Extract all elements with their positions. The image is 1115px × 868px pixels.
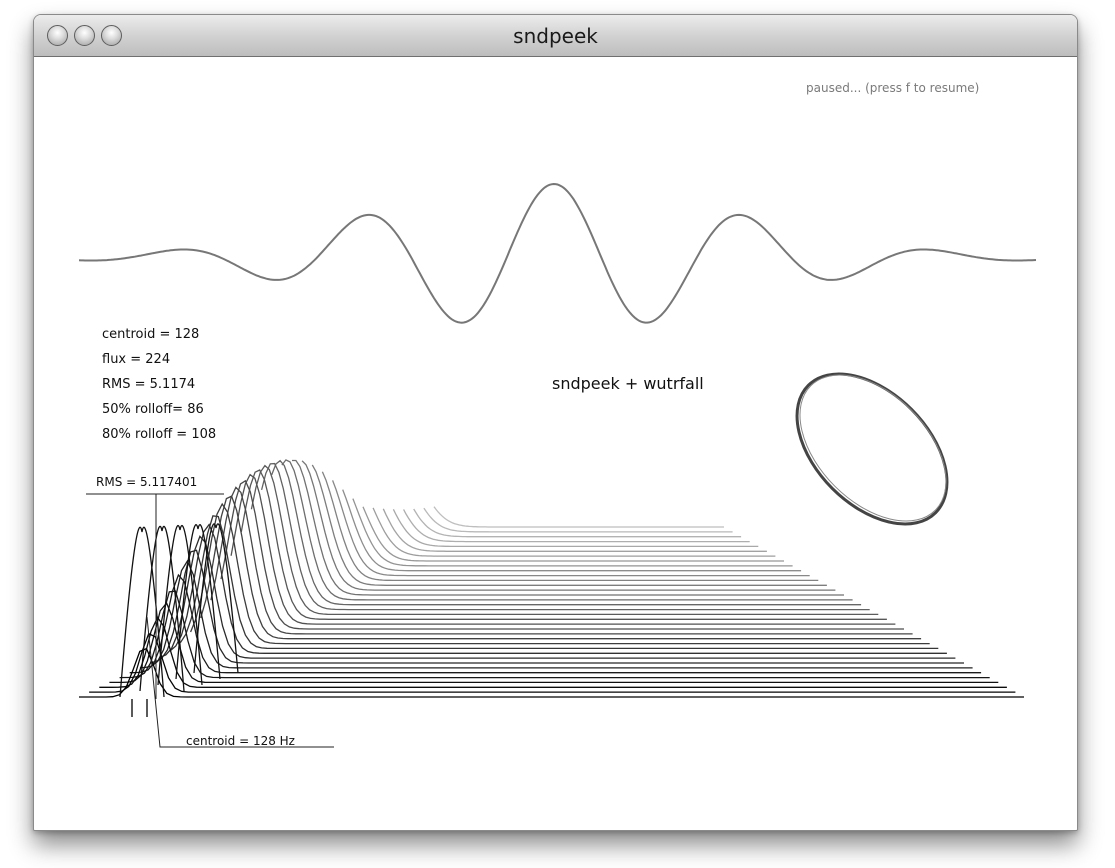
rms-label: RMS = 5.117401 — [96, 475, 198, 489]
spectrum-trace — [362, 506, 784, 562]
feature-rolloff-50: 50% rolloff= 86 — [102, 402, 204, 417]
window-title: sndpeek — [513, 24, 598, 48]
spectrum-trace — [311, 464, 827, 586]
spectrum-trace — [423, 507, 733, 533]
lissajous-ellipse — [795, 372, 949, 526]
spectrum-trace — [433, 506, 724, 528]
feature-flux: flux = 224 — [102, 352, 171, 367]
spectrum-trace — [292, 459, 844, 596]
feature-rolloff-80: 80% rolloff = 108 — [102, 427, 217, 442]
spectrum-trace — [271, 459, 862, 606]
paused-status: paused... (press f to resume) — [806, 81, 980, 95]
feature-rms: RMS = 5.1174 — [102, 377, 196, 392]
centroid-label: centroid = 128 Hz — [186, 734, 295, 748]
feature-centroid: centroid = 128 — [102, 327, 200, 342]
app-window: sndpeek paused... (press f to resume) ce… — [33, 14, 1078, 831]
rms-marker — [86, 493, 224, 717]
title-bar[interactable]: sndpeek — [34, 15, 1077, 57]
spectrum-trace — [342, 489, 802, 572]
waveform-line — [78, 182, 1037, 324]
spectrum-trace — [220, 479, 904, 630]
banner-text: sndpeek + wutrfall — [552, 374, 704, 393]
visualization-canvas[interactable]: paused... (press f to resume) centroid =… — [34, 57, 1077, 830]
visualization-svg — [78, 182, 1037, 748]
spectrum-trace — [281, 459, 853, 601]
spectrum-trace — [149, 549, 964, 664]
spectrum-waterfall — [79, 459, 1024, 698]
